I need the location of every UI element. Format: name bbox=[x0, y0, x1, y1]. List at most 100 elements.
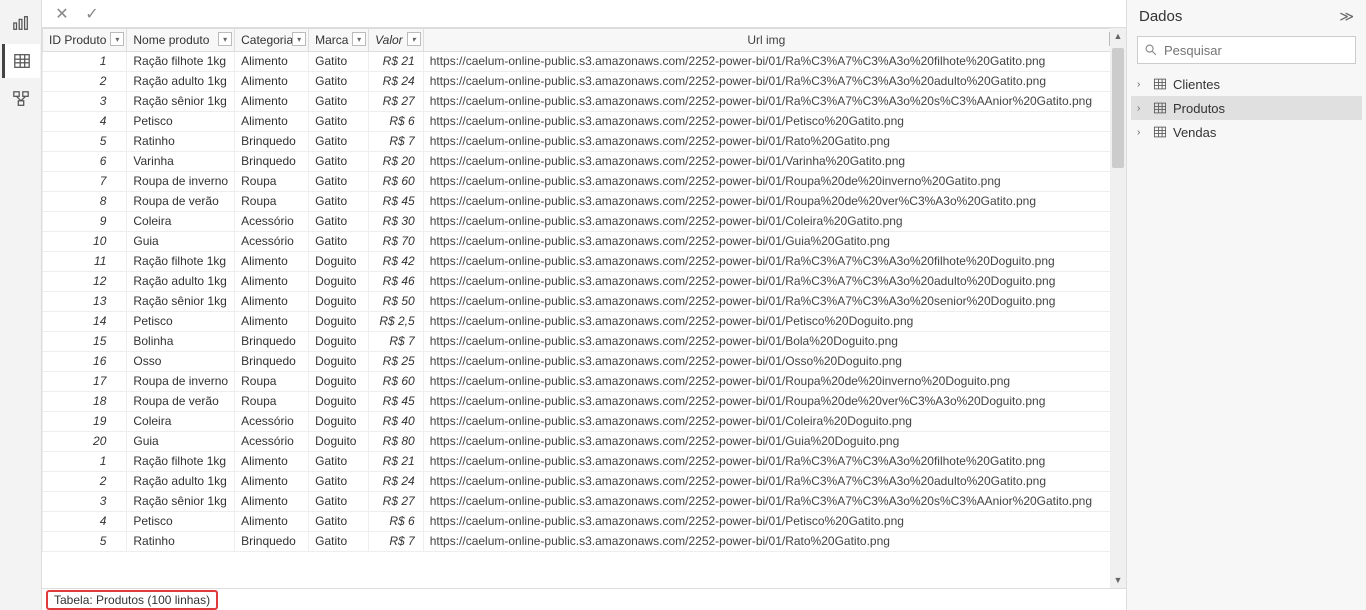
cell-url[interactable]: https://caelum-online-public.s3.amazonaw… bbox=[423, 152, 1125, 172]
cell-id[interactable]: 6 bbox=[43, 152, 127, 172]
cell-valor[interactable]: R$ 7 bbox=[369, 132, 424, 152]
cell-marca[interactable]: Gatito bbox=[309, 472, 369, 492]
column-header-url[interactable]: Url img▾ bbox=[423, 29, 1125, 52]
cell-valor[interactable]: R$ 7 bbox=[369, 532, 424, 552]
cell-url[interactable]: https://caelum-online-public.s3.amazonaw… bbox=[423, 352, 1125, 372]
column-dropdown-icon[interactable]: ▾ bbox=[218, 32, 232, 46]
cell-nome[interactable]: Ração adulto 1kg bbox=[127, 472, 235, 492]
table-row[interactable]: 8Roupa de verãoRoupaGatitoR$ 45https://c… bbox=[43, 192, 1126, 212]
cell-id[interactable]: 17 bbox=[43, 372, 127, 392]
cell-url[interactable]: https://caelum-online-public.s3.amazonaw… bbox=[423, 492, 1125, 512]
cell-marca[interactable]: Doguito bbox=[309, 292, 369, 312]
cell-nome[interactable]: Roupa de verão bbox=[127, 192, 235, 212]
cell-id[interactable]: 19 bbox=[43, 412, 127, 432]
cell-url[interactable]: https://caelum-online-public.s3.amazonaw… bbox=[423, 132, 1125, 152]
search-box[interactable] bbox=[1137, 36, 1356, 64]
cell-marca[interactable]: Gatito bbox=[309, 112, 369, 132]
formula-input[interactable] bbox=[112, 0, 1126, 27]
cell-cat[interactable]: Acessório bbox=[235, 212, 309, 232]
cell-nome[interactable]: Osso bbox=[127, 352, 235, 372]
table-item-produtos[interactable]: ›Produtos bbox=[1131, 96, 1362, 120]
cell-valor[interactable]: R$ 42 bbox=[369, 252, 424, 272]
table-row[interactable]: 9ColeiraAcessórioGatitoR$ 30https://cael… bbox=[43, 212, 1126, 232]
cell-valor[interactable]: R$ 25 bbox=[369, 352, 424, 372]
cell-valor[interactable]: R$ 30 bbox=[369, 212, 424, 232]
cell-cat[interactable]: Alimento bbox=[235, 272, 309, 292]
cell-valor[interactable]: R$ 50 bbox=[369, 292, 424, 312]
column-dropdown-icon[interactable]: ▾ bbox=[292, 32, 306, 46]
cell-marca[interactable]: Gatito bbox=[309, 532, 369, 552]
cell-nome[interactable]: Petisco bbox=[127, 312, 235, 332]
table-row[interactable]: 17Roupa de invernoRoupaDoguitoR$ 60https… bbox=[43, 372, 1126, 392]
cell-nome[interactable]: Roupa de inverno bbox=[127, 172, 235, 192]
table-row[interactable]: 1Ração filhote 1kgAlimentoGatitoR$ 21htt… bbox=[43, 452, 1126, 472]
scroll-down-arrow-icon[interactable]: ▼ bbox=[1110, 572, 1126, 588]
cell-url[interactable]: https://caelum-online-public.s3.amazonaw… bbox=[423, 372, 1125, 392]
cell-id[interactable]: 5 bbox=[43, 532, 127, 552]
cell-valor[interactable]: R$ 21 bbox=[369, 52, 424, 72]
column-dropdown-icon[interactable]: ▾ bbox=[407, 32, 421, 46]
cell-valor[interactable]: R$ 6 bbox=[369, 512, 424, 532]
table-row[interactable]: 19ColeiraAcessórioDoguitoR$ 40https://ca… bbox=[43, 412, 1126, 432]
cell-cat[interactable]: Acessório bbox=[235, 232, 309, 252]
scroll-up-arrow-icon[interactable]: ▲ bbox=[1110, 28, 1126, 44]
cell-url[interactable]: https://caelum-online-public.s3.amazonaw… bbox=[423, 112, 1125, 132]
cell-url[interactable]: https://caelum-online-public.s3.amazonaw… bbox=[423, 72, 1125, 92]
cell-id[interactable]: 10 bbox=[43, 232, 127, 252]
table-row[interactable]: 2Ração adulto 1kgAlimentoGatitoR$ 24http… bbox=[43, 72, 1126, 92]
column-header-marca[interactable]: Marca▾ bbox=[309, 29, 369, 52]
cell-marca[interactable]: Doguito bbox=[309, 312, 369, 332]
cell-url[interactable]: https://caelum-online-public.s3.amazonaw… bbox=[423, 252, 1125, 272]
cell-id[interactable]: 3 bbox=[43, 492, 127, 512]
cell-nome[interactable]: Ratinho bbox=[127, 132, 235, 152]
cell-url[interactable]: https://caelum-online-public.s3.amazonaw… bbox=[423, 292, 1125, 312]
cell-id[interactable]: 8 bbox=[43, 192, 127, 212]
cell-id[interactable]: 14 bbox=[43, 312, 127, 332]
cell-url[interactable]: https://caelum-online-public.s3.amazonaw… bbox=[423, 172, 1125, 192]
cell-valor[interactable]: R$ 2,5 bbox=[369, 312, 424, 332]
cell-nome[interactable]: Guia bbox=[127, 432, 235, 452]
cell-nome[interactable]: Coleira bbox=[127, 412, 235, 432]
cell-marca[interactable]: Doguito bbox=[309, 432, 369, 452]
cell-marca[interactable]: Gatito bbox=[309, 452, 369, 472]
cell-url[interactable]: https://caelum-online-public.s3.amazonaw… bbox=[423, 532, 1125, 552]
cell-id[interactable]: 2 bbox=[43, 472, 127, 492]
cell-url[interactable]: https://caelum-online-public.s3.amazonaw… bbox=[423, 192, 1125, 212]
cell-cat[interactable]: Roupa bbox=[235, 172, 309, 192]
table-row[interactable]: 2Ração adulto 1kgAlimentoGatitoR$ 24http… bbox=[43, 472, 1126, 492]
cell-marca[interactable]: Doguito bbox=[309, 372, 369, 392]
cell-url[interactable]: https://caelum-online-public.s3.amazonaw… bbox=[423, 232, 1125, 252]
table-row[interactable]: 5RatinhoBrinquedoGatitoR$ 7https://caelu… bbox=[43, 132, 1126, 152]
cell-cat[interactable]: Alimento bbox=[235, 512, 309, 532]
cell-nome[interactable]: Ração filhote 1kg bbox=[127, 52, 235, 72]
cell-id[interactable]: 4 bbox=[43, 112, 127, 132]
cell-url[interactable]: https://caelum-online-public.s3.amazonaw… bbox=[423, 92, 1125, 112]
cell-cat[interactable]: Alimento bbox=[235, 292, 309, 312]
cell-nome[interactable]: Ração adulto 1kg bbox=[127, 272, 235, 292]
cell-url[interactable]: https://caelum-online-public.s3.amazonaw… bbox=[423, 332, 1125, 352]
table-row[interactable]: 11Ração filhote 1kgAlimentoDoguitoR$ 42h… bbox=[43, 252, 1126, 272]
cell-marca[interactable]: Doguito bbox=[309, 352, 369, 372]
cell-marca[interactable]: Gatito bbox=[309, 212, 369, 232]
cancel-icon[interactable]: ✕ bbox=[52, 4, 72, 24]
table-row[interactable]: 18Roupa de verãoRoupaDoguitoR$ 45https:/… bbox=[43, 392, 1126, 412]
table-row[interactable]: 10GuiaAcessórioGatitoR$ 70https://caelum… bbox=[43, 232, 1126, 252]
cell-nome[interactable]: Ração filhote 1kg bbox=[127, 252, 235, 272]
cell-url[interactable]: https://caelum-online-public.s3.amazonaw… bbox=[423, 272, 1125, 292]
cell-marca[interactable]: Doguito bbox=[309, 412, 369, 432]
table-row[interactable]: 3Ração sênior 1kgAlimentoGatitoR$ 27http… bbox=[43, 492, 1126, 512]
table-row[interactable]: 4PetiscoAlimentoGatitoR$ 6https://caelum… bbox=[43, 512, 1126, 532]
table-row[interactable]: 13Ração sênior 1kgAlimentoDoguitoR$ 50ht… bbox=[43, 292, 1126, 312]
cell-nome[interactable]: Petisco bbox=[127, 512, 235, 532]
scrollbar-thumb[interactable] bbox=[1112, 48, 1124, 168]
cell-nome[interactable]: Roupa de inverno bbox=[127, 372, 235, 392]
cell-marca[interactable]: Gatito bbox=[309, 172, 369, 192]
cell-id[interactable]: 1 bbox=[43, 52, 127, 72]
cell-id[interactable]: 20 bbox=[43, 432, 127, 452]
table-item-vendas[interactable]: ›Vendas bbox=[1131, 120, 1362, 144]
cell-marca[interactable]: Gatito bbox=[309, 92, 369, 112]
cell-nome[interactable]: Ratinho bbox=[127, 532, 235, 552]
cell-id[interactable]: 1 bbox=[43, 452, 127, 472]
cell-nome[interactable]: Coleira bbox=[127, 212, 235, 232]
cell-cat[interactable]: Roupa bbox=[235, 192, 309, 212]
